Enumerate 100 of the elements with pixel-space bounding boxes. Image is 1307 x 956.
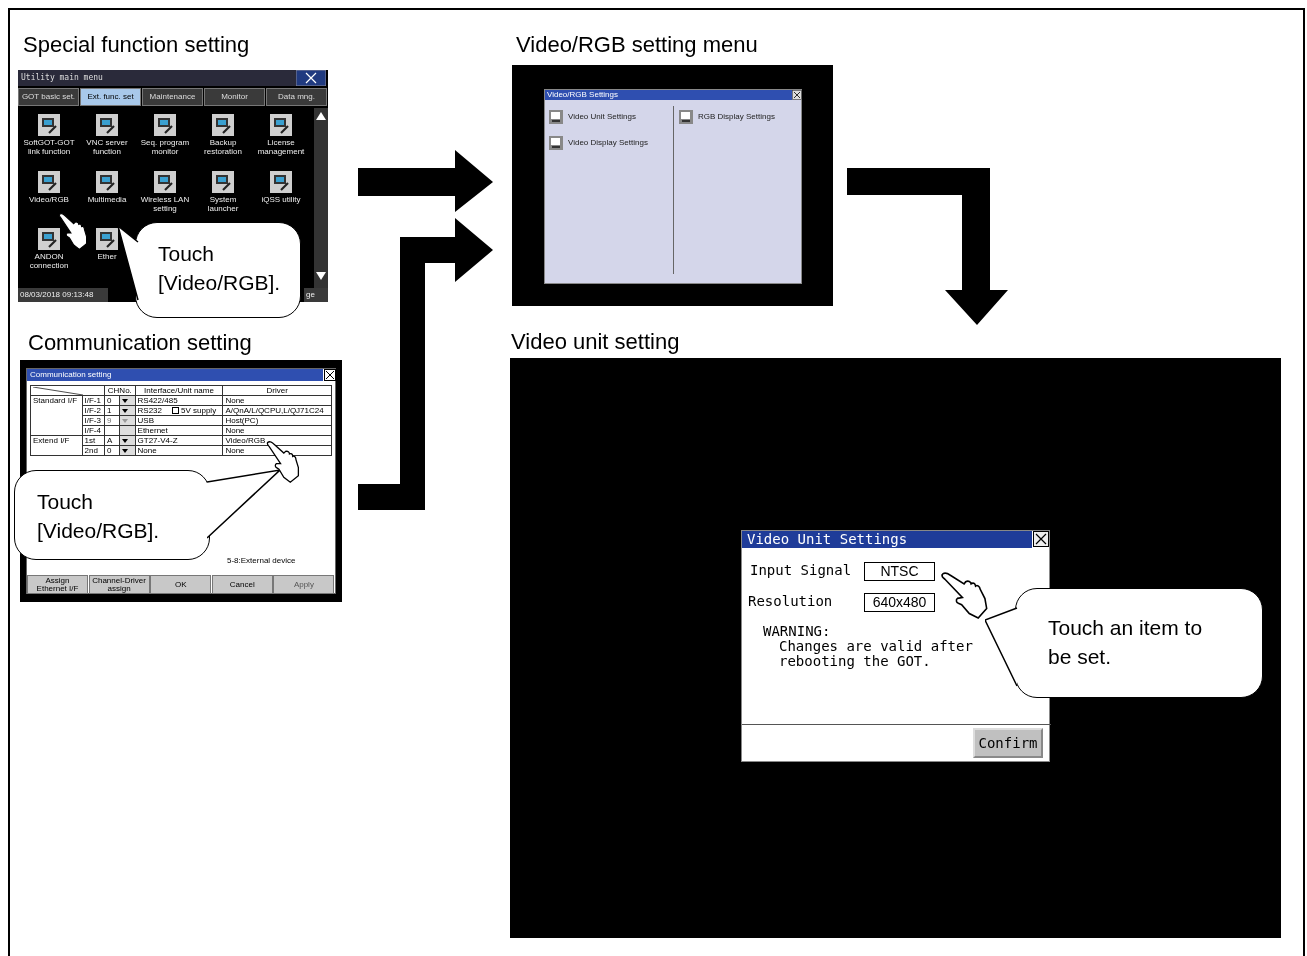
menu-item[interactable]: RGB Display Settings bbox=[698, 111, 775, 123]
table-cell: Standard I/F bbox=[33, 396, 78, 405]
checkbox-label: 5V supply bbox=[181, 406, 217, 415]
window-title: Utility main menu bbox=[18, 70, 296, 86]
confirm-button[interactable]: Confirm bbox=[973, 728, 1043, 758]
table-cell: None bbox=[137, 446, 157, 455]
item-label: SoftGOT-GOT link function bbox=[22, 138, 76, 156]
section-heading: Video/RGB setting menu bbox=[516, 32, 758, 58]
menu-item[interactable]: Video Unit Settings bbox=[568, 111, 636, 123]
warning-text: rebooting the GOT. bbox=[779, 654, 931, 669]
table-cell: Video/RGB bbox=[225, 436, 266, 445]
table-cell: GT27-V4-Z bbox=[137, 436, 178, 445]
table-cell: None bbox=[225, 426, 245, 435]
status-datetime: 08/03/2018 09:13:48 bbox=[18, 288, 108, 302]
table-cell: None bbox=[225, 396, 245, 405]
monitor-wrench-icon[interactable] bbox=[96, 114, 118, 136]
menu-item[interactable]: Video Display Settings bbox=[568, 137, 648, 149]
hand-icon bbox=[266, 440, 300, 484]
input-field[interactable]: NTSC bbox=[864, 562, 935, 581]
table-cell: Host(PC) bbox=[225, 416, 259, 425]
monitor-wrench-icon[interactable] bbox=[154, 171, 176, 193]
section-heading: Video unit setting bbox=[511, 329, 680, 355]
monitor-icon[interactable] bbox=[549, 136, 563, 150]
dropdown-icon[interactable] bbox=[121, 437, 128, 445]
menu-tab[interactable]: Maintenance bbox=[142, 88, 203, 106]
input-field[interactable]: 640x480 bbox=[864, 593, 935, 612]
dialog-button[interactable]: Channel-Driver assign bbox=[88, 575, 150, 594]
table-cell: 1st bbox=[84, 436, 96, 445]
dialog-button[interactable]: OK bbox=[150, 575, 212, 594]
item-label: VNC server function bbox=[85, 138, 129, 156]
monitor-wrench-icon[interactable] bbox=[212, 171, 234, 193]
monitor-wrench-icon[interactable] bbox=[38, 228, 60, 250]
item-label: Video/RGB bbox=[29, 195, 69, 204]
menu-tab[interactable]: Monitor bbox=[204, 88, 265, 106]
close-icon[interactable] bbox=[1033, 531, 1049, 547]
monitor-wrench-icon[interactable] bbox=[38, 171, 60, 193]
table-cell: None bbox=[225, 446, 245, 455]
field-label: Resolution bbox=[748, 592, 833, 611]
column-header: Interface/Unit name bbox=[144, 386, 214, 395]
scroll-bar[interactable] bbox=[314, 108, 328, 288]
window-title: Video/RGB Settings bbox=[545, 90, 792, 100]
monitor-icon[interactable] bbox=[549, 110, 563, 124]
note-text: 5-8:External device bbox=[227, 555, 296, 567]
close-icon[interactable] bbox=[792, 90, 802, 100]
menu-tab[interactable]: Ext. func. set bbox=[80, 88, 141, 106]
table-cell: USB bbox=[137, 416, 154, 425]
hand-icon bbox=[58, 212, 88, 251]
dropdown-icon[interactable] bbox=[121, 397, 128, 405]
monitor-wrench-icon[interactable] bbox=[270, 171, 292, 193]
monitor-wrench-icon[interactable] bbox=[154, 114, 176, 136]
table-cell: I/F-2 bbox=[84, 406, 101, 415]
section-heading: Special function setting bbox=[23, 32, 250, 58]
monitor-wrench-icon[interactable] bbox=[38, 114, 60, 136]
item-label: iQSS utility bbox=[261, 195, 301, 204]
table-cell: 9 bbox=[107, 416, 112, 425]
table-cell: 0 bbox=[107, 446, 112, 455]
item-label: Seq. program monitor bbox=[139, 138, 191, 156]
table-cell: A/QnA/L/QCPU,L/QJ71C24 bbox=[225, 406, 324, 415]
close-icon[interactable] bbox=[296, 70, 326, 86]
table-cell: I/F-1 bbox=[84, 396, 101, 405]
monitor-wrench-icon[interactable] bbox=[270, 114, 292, 136]
monitor-wrench-icon[interactable] bbox=[96, 171, 118, 193]
menu-tab[interactable]: Data mng. bbox=[266, 88, 327, 106]
item-label: ANDON connection bbox=[28, 252, 70, 270]
table-cell: RS422/485 bbox=[137, 396, 178, 405]
scroll-up-icon[interactable] bbox=[316, 112, 326, 120]
item-label: License management bbox=[256, 138, 306, 156]
warning-text: Changes are valid after bbox=[779, 639, 973, 654]
status-text: ge bbox=[304, 288, 328, 302]
checkbox[interactable] bbox=[172, 407, 179, 415]
field-label: Input Signal bbox=[750, 561, 852, 580]
table-cell: Extend I/F bbox=[33, 436, 70, 445]
monitor-wrench-icon[interactable] bbox=[96, 228, 118, 250]
scroll-down-icon[interactable] bbox=[316, 272, 326, 280]
item-label: Backup restoration bbox=[203, 138, 243, 156]
column-header: CHNo. bbox=[107, 386, 132, 395]
dropdown-icon[interactable] bbox=[121, 407, 128, 415]
window-title: Communication setting bbox=[27, 369, 323, 381]
dialog-button[interactable]: Assign Ethernet I/F bbox=[27, 575, 88, 594]
table-cell: A bbox=[107, 436, 113, 445]
table-cell: Ethernet bbox=[137, 426, 168, 435]
table-cell: 2nd bbox=[84, 446, 98, 455]
warning-title: WARNING: bbox=[763, 624, 831, 639]
table-cell: I/F-4 bbox=[84, 426, 101, 435]
diagonal-line bbox=[33, 386, 83, 395]
table-cell: RS232 bbox=[137, 406, 162, 415]
table-cell: I/F-3 bbox=[84, 416, 101, 425]
item-label: System launcher bbox=[206, 195, 240, 213]
column-header: Driver bbox=[266, 386, 288, 395]
item-label: Wireless LAN setting bbox=[139, 195, 191, 213]
item-label: Multimedia bbox=[87, 195, 127, 204]
table-cell: 1 bbox=[107, 406, 112, 415]
monitor-icon[interactable] bbox=[679, 110, 693, 124]
monitor-wrench-icon[interactable] bbox=[212, 114, 234, 136]
item-label: Ether bbox=[97, 252, 117, 261]
section-heading: Communication setting bbox=[28, 330, 252, 356]
menu-tab[interactable]: GOT basic set. bbox=[18, 88, 79, 106]
dialog-button[interactable]: Cancel bbox=[211, 575, 273, 594]
dropdown-icon[interactable] bbox=[121, 447, 128, 455]
close-icon[interactable] bbox=[324, 369, 336, 381]
